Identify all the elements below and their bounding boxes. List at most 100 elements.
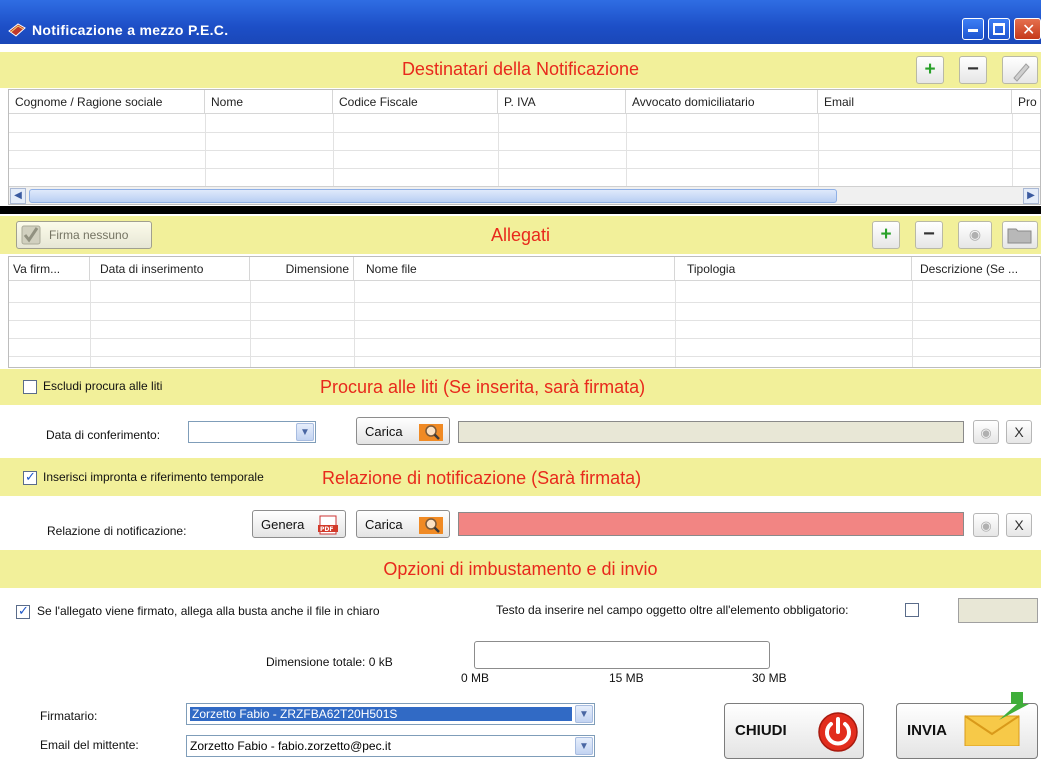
col-avvocato[interactable]: Avvocato domiciliatario <box>626 90 818 114</box>
options-title: Opzioni di imbustamento e di invio <box>383 559 658 579</box>
insert-impronta-checkbox[interactable] <box>23 469 37 485</box>
minus-icon: − <box>967 58 979 80</box>
open-folder-button[interactable] <box>1002 221 1038 249</box>
recipients-header: Destinatari della Notificazione + − <box>0 52 1041 88</box>
col-nome-file[interactable]: Nome file <box>354 257 675 281</box>
edit-recipient-button[interactable] <box>1002 56 1038 84</box>
procura-clear-button[interactable]: X <box>1006 420 1032 444</box>
relazione-file-field[interactable] <box>458 512 964 536</box>
table-row[interactable] <box>9 303 1040 321</box>
sender-label: Email del mittente: <box>40 738 139 752</box>
relazione-header: Inserisci impronta e riferimento tempora… <box>0 458 1041 496</box>
attach-clear-checkbox[interactable] <box>16 603 30 619</box>
attachments-header: Firma nessuno Allegati + − ◉ <box>0 216 1041 254</box>
table-row[interactable] <box>9 133 1040 151</box>
procura-header: Escludi procura alle liti Procura alle l… <box>0 369 1041 405</box>
col-data-inserimento[interactable]: Data di inserimento <box>90 257 250 281</box>
minimize-icon <box>968 29 978 32</box>
attachments-table[interactable]: Va firm... Data di inserimento Dimension… <box>8 256 1041 368</box>
table-row[interactable] <box>9 115 1040 133</box>
minus-icon: − <box>923 223 935 245</box>
table-row[interactable] <box>9 169 1040 187</box>
maximize-icon <box>993 23 1005 35</box>
chevron-down-icon[interactable]: ▼ <box>296 423 314 441</box>
recipients-title: Destinatari della Notificazione <box>401 59 640 79</box>
col-email[interactable]: Email <box>818 90 1012 114</box>
close-button[interactable]: CHIUDI <box>724 703 864 759</box>
date-select[interactable]: ▼ <box>188 421 316 443</box>
procura-title: Procura alle liti (Se inserita, sarà fir… <box>320 377 646 397</box>
col-piva[interactable]: P. IVA <box>498 90 626 114</box>
col-nome[interactable]: Nome <box>205 90 333 114</box>
subject-label: Testo da inserire nel campo oggetto oltr… <box>496 603 849 617</box>
insert-impronta-label[interactable]: Inserisci impronta e riferimento tempora… <box>43 470 264 484</box>
add-attachment-button[interactable]: + <box>872 221 900 249</box>
exclude-procura-label[interactable]: Escludi procura alle liti <box>43 379 162 393</box>
procura-load-label: Carica <box>365 424 403 439</box>
procura-load-button[interactable]: Carica <box>356 417 450 445</box>
relazione-view-button[interactable]: ◉ <box>973 513 999 537</box>
view-attachment-button[interactable]: ◉ <box>958 221 992 249</box>
recipients-table-header: Cognome / Ragione sociale Nome Codice Fi… <box>9 90 1040 114</box>
options-header: Opzioni di imbustamento e di invio <box>0 550 1041 588</box>
remove-recipient-button[interactable]: − <box>959 56 987 84</box>
relazione-title: Relazione di notificazione (Sarà firmata… <box>322 468 642 488</box>
send-label: INVIA <box>907 722 948 739</box>
minimize-button[interactable] <box>962 18 984 40</box>
maximize-button[interactable] <box>988 18 1010 40</box>
col-descrizione[interactable]: Descrizione (Se ... <box>912 257 1040 281</box>
chevron-down-icon[interactable]: ▼ <box>575 737 593 755</box>
relazione-field-label: Relazione di notificazione: <box>47 524 187 538</box>
procura-view-button[interactable]: ◉ <box>973 420 999 444</box>
send-button[interactable]: INVIA <box>896 692 1038 759</box>
table-row[interactable] <box>9 285 1040 303</box>
folder-search-icon <box>419 517 443 534</box>
exclude-procura-checkbox[interactable] <box>23 380 37 394</box>
size-tick-15: 15 MB <box>609 671 644 685</box>
subject-checkbox[interactable] <box>905 603 919 617</box>
subject-text-field[interactable] <box>958 598 1038 623</box>
relazione-load-button[interactable]: Carica <box>356 510 450 538</box>
table-row[interactable] <box>9 339 1040 357</box>
plus-icon: + <box>880 224 892 245</box>
add-recipient-button[interactable]: + <box>916 56 944 84</box>
col-tipologia[interactable]: Tipologia <box>675 257 912 281</box>
col-cognome[interactable]: Cognome / Ragione sociale <box>9 90 205 114</box>
window-title: Notificazione a mezzo P.E.C. <box>32 22 229 38</box>
svg-text:PDF: PDF <box>320 526 333 533</box>
recipients-table[interactable]: Cognome / Ragione sociale Nome Codice Fi… <box>8 89 1041 205</box>
chevron-down-icon[interactable]: ▼ <box>575 705 593 723</box>
procura-file-field[interactable] <box>458 421 964 443</box>
signer-value: Zorzetto Fabio - ZRZFBA62T20H501S <box>190 707 572 721</box>
relazione-load-label: Carica <box>365 517 403 532</box>
generate-button[interactable]: Genera PDF <box>252 510 346 538</box>
generate-label: Genera <box>261 517 305 532</box>
title-bar: Notificazione a mezzo P.E.C. ✕ <box>0 0 1041 44</box>
remove-attachment-button[interactable]: − <box>915 221 943 249</box>
attach-clear-label[interactable]: Se l'allegato viene firmato, allega alla… <box>37 604 380 618</box>
section-divider <box>0 206 1041 214</box>
signer-select[interactable]: Zorzetto Fabio - ZRZFBA62T20H501S ▼ <box>186 703 595 725</box>
pencil-icon <box>1013 63 1030 82</box>
scroll-right-icon[interactable]: ▶ <box>1023 188 1039 204</box>
send-mail-icon <box>964 692 1029 746</box>
plus-icon: + <box>924 59 936 80</box>
scroll-left-icon[interactable]: ◀ <box>10 188 26 204</box>
table-row[interactable] <box>9 151 1040 169</box>
recipients-hscrollbar[interactable]: ◀ ▶ <box>9 186 1040 204</box>
size-tick-0: 0 MB <box>461 671 490 685</box>
relazione-clear-button[interactable]: X <box>1006 513 1032 537</box>
col-codice-fiscale[interactable]: Codice Fiscale <box>333 90 498 114</box>
col-dimensione[interactable]: Dimensione <box>250 257 354 281</box>
close-icon: ✕ <box>1022 22 1036 39</box>
size-progress-bar <box>474 641 770 669</box>
sender-select[interactable]: Zorzetto Fabio - fabio.zorzetto@pec.it ▼ <box>186 735 595 757</box>
close-window-button[interactable]: ✕ <box>1014 18 1041 40</box>
size-tick-30: 30 MB <box>752 671 787 685</box>
col-va-firmato[interactable]: Va firm... <box>9 257 90 281</box>
table-row[interactable] <box>9 321 1040 339</box>
app-book-icon <box>8 23 26 37</box>
signer-label: Firmatario: <box>40 709 98 723</box>
col-pro[interactable]: Pro <box>1012 90 1040 114</box>
scroll-thumb[interactable] <box>29 189 837 203</box>
